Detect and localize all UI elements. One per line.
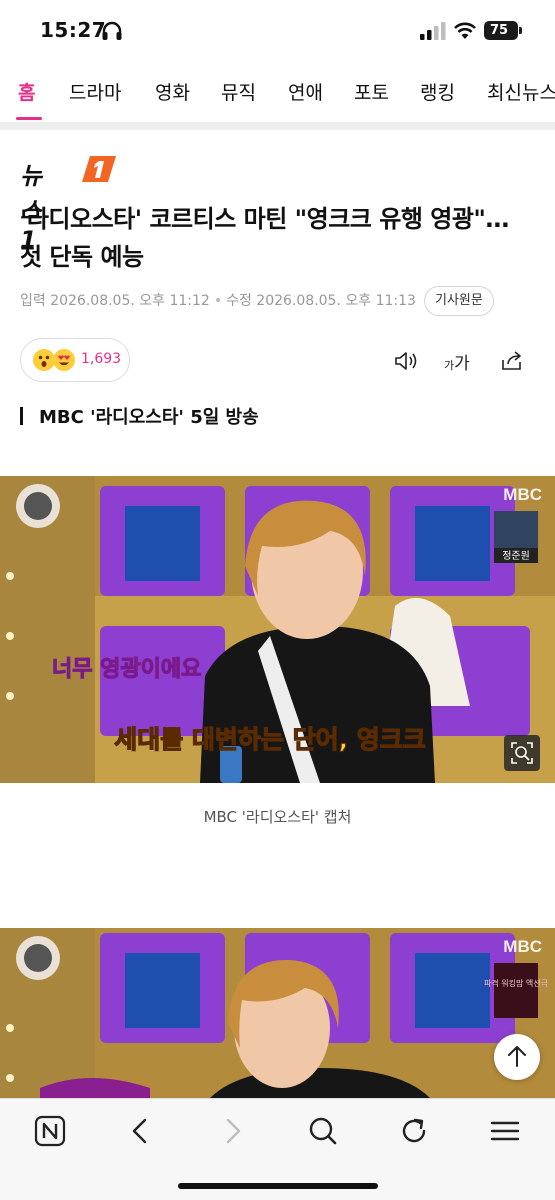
back-icon[interactable] (121, 1111, 161, 1151)
article-meta: 입력 2026.08.05. 오후 11:12 • 수정 2026.08.05. 오… (20, 293, 416, 309)
battery-indicator: 75 (484, 21, 518, 40)
reaction-count: 1,693 (81, 351, 122, 367)
tab-music[interactable]: 뮤직 (221, 78, 256, 105)
battery-level: 75 (489, 23, 509, 38)
home-indicator (178, 1183, 378, 1189)
arrow-up-icon (508, 1046, 526, 1067)
article-image[interactable]: 정준원 MBC 너무 영광이에요 세대를 대변하는 단어, 영크크 (0, 476, 555, 783)
broadcast-still-image: 정준원 MBC 너무 영광이에요 세대를 대변하는 단어, 영크크 (0, 476, 555, 783)
font-size-button[interactable]: 가가 (444, 349, 470, 374)
broadcaster-watermark: MBC (503, 485, 542, 504)
heart-eyes-emoji-icon (53, 349, 75, 371)
tab-drama[interactable]: 드라마 (69, 78, 121, 105)
surprised-emoji-icon (33, 349, 55, 371)
forward-icon[interactable] (212, 1111, 252, 1151)
tab-entertainment[interactable]: 연애 (288, 78, 323, 105)
font-size-small-label: 가 (444, 359, 455, 372)
subtitle-bottom: 세대를 대변하는 단어, 영크크 (114, 725, 426, 754)
pip-name: 정준원 (502, 550, 530, 562)
subheading-bar (20, 407, 23, 425)
pip-promo-text: 파격 워킹맘 액션극 (484, 978, 548, 988)
naver-home-icon[interactable] (30, 1111, 70, 1151)
share-icon[interactable] (500, 348, 524, 372)
published-time: 입력 2026.08.05. 오후 11:12 (20, 293, 210, 309)
subheading-text: MBC '라디오스타' 5일 방송 (39, 407, 259, 428)
speaker-icon[interactable] (394, 350, 418, 372)
active-tab-indicator (16, 117, 42, 120)
tab-ranking[interactable]: 랭킹 (420, 78, 455, 105)
tab-photo[interactable]: 포토 (354, 78, 389, 105)
menu-icon[interactable] (485, 1111, 525, 1151)
search-icon[interactable] (303, 1111, 343, 1151)
article-image-2[interactable]: 파격 워킹맘 액션극 MBC (0, 928, 555, 1098)
wifi-icon (454, 22, 476, 39)
scroll-to-top-button[interactable] (494, 1034, 540, 1080)
updated-time: 수정 2026.08.05. 오후 11:13 (226, 293, 416, 309)
tab-movie[interactable]: 영화 (155, 78, 190, 105)
headphone-icon (102, 21, 122, 40)
tab-home[interactable]: 홈 (18, 78, 35, 105)
zoom-icon[interactable] (504, 735, 540, 771)
category-tabs: 홈 드라마 영화 뮤직 연애 포토 랭킹 최신뉴스 (0, 70, 555, 122)
reaction-button[interactable]: 1,693 (20, 338, 130, 382)
subtitle-top: 너무 영광이에요 (52, 657, 201, 682)
news1-logo-mark (82, 156, 116, 182)
status-bar: 15:27 75 (0, 0, 555, 62)
broadcast-still-image-2: 파격 워킹맘 액션극 MBC (0, 928, 555, 1098)
article-subheading: MBC '라디오스타' 5일 방송 (20, 403, 259, 429)
tab-latest-news[interactable]: 최신뉴스 (487, 78, 555, 105)
section-divider (0, 122, 555, 130)
original-article-button[interactable]: 기사원문 (424, 286, 494, 316)
image-caption: MBC '라디오스타' 캡처 (203, 808, 352, 826)
battery-nub (519, 27, 522, 34)
status-time: 15:27 (40, 18, 107, 42)
broadcaster-watermark-2: MBC (503, 937, 542, 956)
signal-icon (420, 22, 446, 40)
refresh-icon[interactable] (394, 1111, 434, 1151)
font-size-label: 가 (454, 354, 470, 374)
article-title: '라디오스타' 코르티스 마틴 "영크크 유행 영광"…첫 단독 예능 (20, 205, 509, 271)
